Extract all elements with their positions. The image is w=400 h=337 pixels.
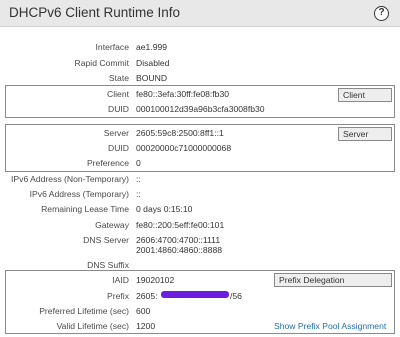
preferred-lifetime-label: Preferred Lifetime (sec)	[39, 306, 129, 316]
rapid-commit-value: Disabled	[136, 58, 170, 68]
server-value: 2605:59c8:2500:8ff1::1	[136, 128, 224, 138]
valid-lifetime-label: Valid Lifetime (sec)	[56, 321, 129, 331]
ipv6-non-temporary-value: ::	[136, 174, 141, 184]
iaid-label: IAID	[112, 275, 129, 285]
client-value: fe80::3efa:30ff:fe08:fb30	[136, 89, 230, 99]
prefix-value-start: 2605:	[136, 291, 158, 301]
dns-suffix-label: DNS Suffix	[87, 260, 129, 270]
ipv6-temporary-value: ::	[136, 189, 141, 199]
gateway-value: fe80::200:5eff:fe00:101	[136, 220, 225, 230]
dns-server-value-1: 2606:4700:4700::1111	[136, 235, 221, 245]
client-box-tag: Client	[338, 88, 392, 102]
dialog-header: DHCPv6 Client Runtime Info ?	[0, 0, 400, 27]
ipv6-non-temporary-label: IPv6 Address (Non-Temporary)	[11, 174, 129, 184]
server-duid-label: DUID	[107, 143, 129, 153]
preferred-lifetime-value: 600	[136, 306, 151, 316]
valid-lifetime-value: 1200	[136, 321, 156, 331]
state-label: State	[108, 73, 129, 83]
interface-label: Interface	[95, 42, 129, 52]
redaction-mark	[161, 291, 229, 298]
gateway-label: Gateway	[95, 220, 129, 230]
rapid-commit-label: Rapid Commit	[74, 58, 129, 68]
client-duid-value: 000100012d39a96b3cfa3008fb30	[136, 104, 265, 114]
server-box-tag: Server	[338, 127, 392, 141]
iaid-value: 19020102	[136, 275, 175, 285]
remaining-lease-value: 0 days 0:15:10	[136, 204, 193, 214]
prefix-delegation-tag: Prefix Delegation	[274, 273, 392, 287]
prefix-value-end: /56	[230, 291, 242, 301]
preference-label: Preference	[86, 158, 129, 168]
state-value: BOUND	[136, 73, 168, 83]
ipv6-temporary-label: IPv6 Address (Temporary)	[29, 189, 129, 199]
interface-value: ae1.999	[136, 42, 168, 52]
server-duid-value: 00020000c71000000068	[136, 143, 232, 153]
show-prefix-pool-assignment-link[interactable]: Show Prefix Pool Assignment	[274, 321, 386, 331]
remaining-lease-label: Remaining Lease Time	[41, 204, 129, 214]
dns-server-value-2: 2001:4860:4860::8888	[136, 245, 223, 255]
help-icon[interactable]: ?	[374, 6, 389, 21]
prefix-label: Prefix	[107, 291, 129, 301]
dns-server-label: DNS Server	[83, 235, 129, 245]
preference-value: 0	[136, 158, 141, 168]
dialog-title: DHCPv6 Client Runtime Info	[9, 5, 181, 20]
client-label: Client	[107, 89, 129, 99]
client-duid-label: DUID	[107, 104, 129, 114]
server-label: Server	[103, 128, 129, 138]
